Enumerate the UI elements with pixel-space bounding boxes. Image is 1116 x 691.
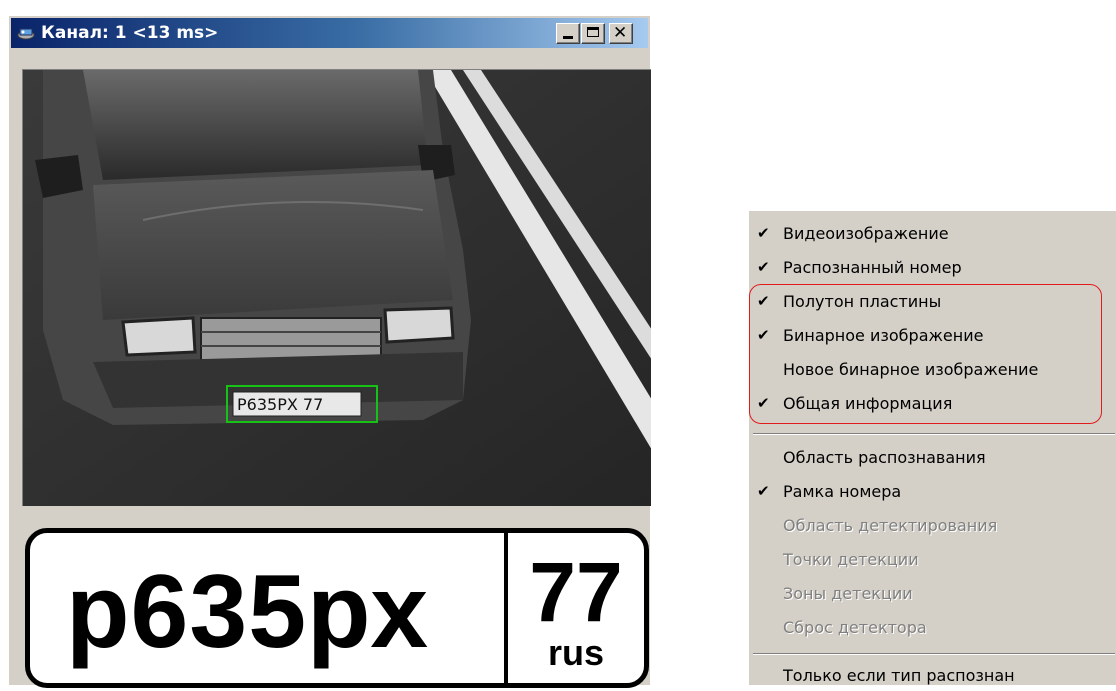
menu-item-new-binary-image[interactable]: Новое бинарное изображение (749, 355, 1116, 385)
menu-item-detection-area: Область детектирования (749, 511, 1116, 541)
check-icon: ✔ (757, 482, 770, 500)
menu-item-detection-zones: Зоны детекции (749, 579, 1116, 609)
video-image: P635PX 77 (23, 70, 651, 506)
menu-item-label: Видеоизображение (783, 224, 949, 243)
minimize-button[interactable] (556, 23, 580, 44)
channel-window: Канал: 1 <13 ms> ✕ P635PX 77 р635рх 77 r… (8, 15, 651, 688)
menu-item-label: Общая информация (783, 394, 953, 413)
menu-item-label: Сброс детектора (783, 618, 927, 637)
minimize-icon (563, 36, 573, 39)
plate-country: rus (547, 632, 605, 673)
check-icon: ✔ (757, 326, 770, 344)
plate-region: 77 (529, 545, 623, 639)
menu-item-plate-halftone[interactable]: ✔ Полутон пластины (749, 287, 1116, 317)
maximize-icon (587, 27, 599, 37)
check-icon: ✔ (757, 224, 770, 242)
menu-item-video[interactable]: ✔ Видеоизображение (749, 219, 1116, 249)
menu-item-label: Область распознавания (783, 448, 986, 467)
check-icon: ✔ (757, 394, 770, 412)
check-icon: ✔ (757, 292, 770, 310)
menu-item-label: Полутон пластины (783, 292, 942, 311)
check-icon: ✔ (757, 258, 770, 276)
menu-item-recognition-area[interactable]: Область распознавания (749, 443, 1116, 473)
menu-item-binary-image[interactable]: ✔ Бинарное изображение (749, 321, 1116, 351)
recognized-plate: р635рх 77 rus (25, 528, 649, 688)
menu-separator (753, 433, 1115, 435)
video-frame[interactable]: P635PX 77 (22, 69, 651, 506)
menu-item-general-info[interactable]: ✔ Общая информация (749, 389, 1116, 419)
menu-item-reset-detector: Сброс детектора (749, 613, 1116, 643)
menu-item-label: Рамка номера (783, 482, 902, 501)
plate-number: р635рх (66, 554, 430, 670)
menu-item-label: Зоны детекции (783, 584, 913, 603)
menu-item-label: Область детектирования (783, 516, 998, 535)
context-menu: ✔ Видеоизображение ✔ Распознанный номер … (748, 210, 1116, 685)
menu-item-number-frame[interactable]: ✔ Рамка номера (749, 477, 1116, 507)
menu-item-recognized-number[interactable]: ✔ Распознанный номер (749, 253, 1116, 283)
close-icon: ✕ (613, 23, 628, 43)
title-bar[interactable]: Канал: 1 <13 ms> ✕ (11, 18, 648, 48)
channel-icon (17, 28, 35, 40)
window-title: Канал: 1 <13 ms> (41, 23, 219, 43)
menu-item-label: Точки детекции (783, 550, 919, 569)
menu-separator (753, 653, 1115, 655)
menu-item-only-if-type-recognized[interactable]: Только если тип распознан (749, 661, 1116, 691)
menu-item-label: Бинарное изображение (783, 326, 984, 345)
car-plate-text: P635PX 77 (237, 395, 323, 414)
menu-item-label: Новое бинарное изображение (783, 360, 1039, 379)
menu-item-detection-points: Точки детекции (749, 545, 1116, 575)
maximize-button[interactable] (581, 23, 605, 44)
plate-divider (504, 533, 508, 683)
close-button[interactable]: ✕ (609, 23, 633, 44)
menu-item-label: Только если тип распознан (783, 666, 1015, 685)
menu-item-label: Распознанный номер (783, 258, 962, 277)
